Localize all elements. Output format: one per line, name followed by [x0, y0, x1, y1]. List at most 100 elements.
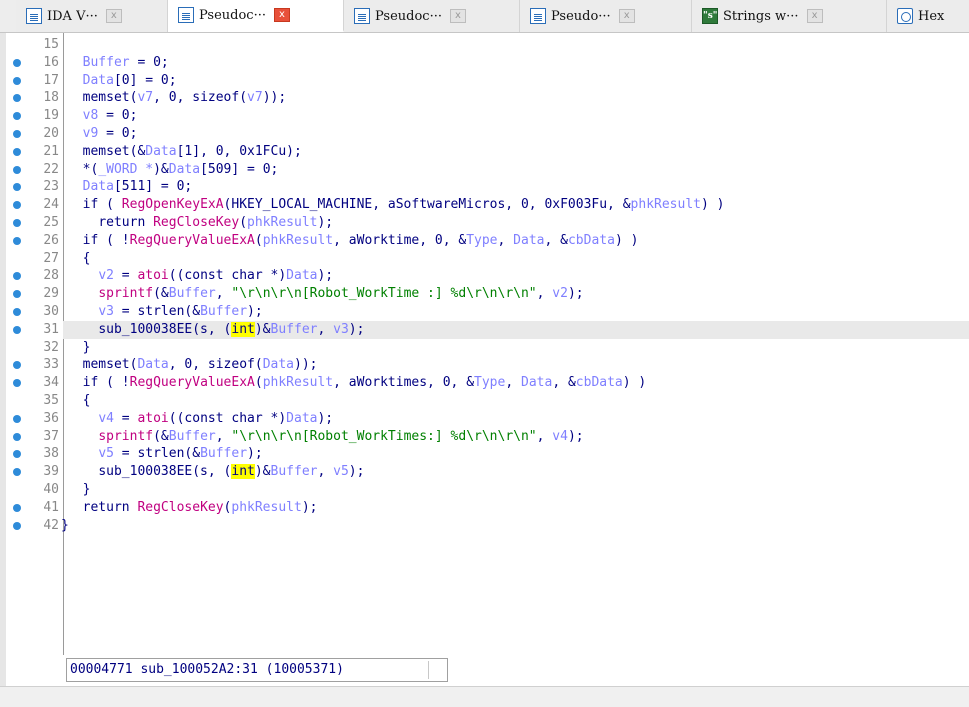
gutter-line[interactable]: 24	[6, 196, 63, 214]
code-line[interactable]: {	[63, 392, 969, 410]
gutter-line[interactable]: 38	[6, 445, 63, 463]
tab-pseudocode-active[interactable]: Pseudoc··· x	[168, 0, 344, 32]
gutter-line[interactable]: 16	[6, 54, 63, 72]
breakpoint-dot-icon[interactable]	[13, 94, 21, 103]
breakpoint-dot-icon[interactable]	[13, 379, 21, 388]
tab-close-icon[interactable]: x	[105, 9, 122, 23]
tab-strings-window[interactable]: "s" Strings w··· x	[692, 0, 887, 32]
code-line[interactable]: Data[511] = 0;	[63, 178, 969, 196]
code-line[interactable]: sub_100038EE(s, (int)&Buffer, v5);	[63, 463, 969, 481]
highlighted-token: int	[231, 464, 255, 480]
code-line[interactable]: if ( !RegQueryValueExA(phkResult, aWorkt…	[63, 232, 969, 250]
breakpoint-dot-icon[interactable]	[13, 521, 21, 530]
code-line[interactable]: v4 = atoi((const char *)Data);	[63, 410, 969, 428]
code-line[interactable]: }	[57, 517, 963, 535]
gutter-line[interactable]: 27	[6, 250, 63, 268]
code-line[interactable]: v9 = 0;	[63, 125, 969, 143]
code-line[interactable]: memset(v7, 0, sizeof(v7));	[63, 89, 969, 107]
breakpoint-dot-icon[interactable]	[13, 450, 21, 459]
gutter-line[interactable]: 26	[6, 232, 63, 250]
code-line[interactable]	[63, 36, 969, 54]
code-line[interactable]: if ( !RegQueryValueExA(phkResult, aWorkt…	[63, 374, 969, 392]
code-line[interactable]: memset(&Data[1], 0, 0x1FCu);	[63, 143, 969, 161]
tab-close-icon[interactable]: x	[449, 9, 466, 23]
breakpoint-dot-icon[interactable]	[13, 147, 21, 156]
code-line[interactable]: sprintf(&Buffer, "\r\n\r\n[Robot_WorkTim…	[63, 428, 969, 446]
code-token: (&	[153, 428, 169, 444]
breakpoint-dot-icon[interactable]	[13, 112, 21, 121]
breakpoint-dot-icon[interactable]	[13, 308, 21, 316]
breakpoint-dot-icon[interactable]	[13, 219, 21, 227]
gutter-line[interactable]: 30	[6, 303, 63, 321]
tab-close-icon[interactable]: x	[806, 9, 823, 23]
breakpoint-dot-icon[interactable]	[13, 432, 21, 441]
breakpoint-dot-icon[interactable]	[13, 503, 21, 512]
gutter-line[interactable]: 37	[6, 428, 63, 446]
breakpoint-dot-icon[interactable]	[13, 130, 21, 138]
code-line[interactable]: sprintf(&Buffer, "\r\n\r\n[Robot_WorkTim…	[63, 285, 969, 303]
gutter-line[interactable]: 40	[6, 481, 63, 499]
tab-ida-view[interactable]: IDA V··· x	[16, 0, 168, 32]
breakpoint-dot-icon[interactable]	[13, 165, 21, 174]
code-line[interactable]: Data[0] = 0;	[63, 72, 969, 90]
breakpoint-dot-icon[interactable]	[13, 76, 21, 85]
breakpoint-dot-icon[interactable]	[13, 290, 21, 299]
pseudocode-view[interactable]: 15 16 17 18 19 20 21 22 23 24 25 26 27 28 29 30 31 32 33 34…	[0, 33, 969, 686]
breakpoint-dot-icon[interactable]	[13, 58, 21, 67]
gutter-line[interactable]: 34	[6, 374, 63, 392]
gutter-line[interactable]: 35	[6, 392, 63, 410]
gutter-line[interactable]: 23	[6, 178, 63, 196]
breakpoint-dot-icon[interactable]	[13, 183, 21, 192]
line-number: 23	[43, 179, 59, 195]
code-line[interactable]: v3 = strlen(&Buffer);	[63, 303, 969, 321]
code-token: _WORD *	[98, 161, 154, 177]
code-line[interactable]: }	[63, 339, 969, 357]
gutter-line[interactable]: 15	[6, 36, 63, 54]
gutter-line[interactable]: 25	[6, 214, 63, 232]
pseudocode-icon	[178, 7, 194, 23]
code-line[interactable]: {	[63, 250, 969, 268]
code-line[interactable]: v2 = atoi((const char *)Data);	[63, 267, 969, 285]
gutter-line[interactable]: 36	[6, 410, 63, 428]
gutter-line[interactable]: 31	[6, 321, 63, 339]
gutter-line[interactable]: 22	[6, 161, 63, 179]
code-line[interactable]: *(_WORD *)&Data[509] = 0;	[63, 161, 969, 179]
gutter-line[interactable]: 29	[6, 285, 63, 303]
code-area[interactable]: Buffer = 0; Data[0] = 0; memset(v7, 0, s…	[61, 33, 969, 655]
tab-label: IDA V···	[47, 8, 98, 24]
code-line[interactable]: }	[63, 481, 969, 499]
gutter-line[interactable]: 42	[6, 517, 63, 535]
code-line[interactable]: memset(Data, 0, sizeof(Data));	[63, 356, 969, 374]
code-line[interactable]: sub_100038EE(s, (int)&Buffer, v3);	[63, 320, 969, 339]
tab-pseudocode-3[interactable]: Pseudo··· x	[520, 0, 692, 32]
code-line[interactable]: v8 = 0;	[63, 107, 969, 125]
code-line[interactable]: v5 = strlen(&Buffer);	[63, 445, 969, 463]
tab-pseudocode-2[interactable]: Pseudoc··· x	[344, 0, 520, 32]
breakpoint-dot-icon[interactable]	[13, 236, 21, 245]
code-line[interactable]: if ( RegOpenKeyExA(HKEY_LOCAL_MACHINE, a…	[63, 196, 969, 214]
breakpoint-dot-icon[interactable]	[13, 361, 21, 370]
gutter-line[interactable]: 17	[6, 72, 63, 90]
breakpoint-dot-icon[interactable]	[13, 201, 21, 210]
gutter-line[interactable]: 28	[6, 267, 63, 285]
code-line[interactable]: return RegCloseKey(phkResult);	[63, 499, 969, 517]
breakpoint-dot-icon[interactable]	[13, 468, 21, 477]
breakpoint-dot-icon[interactable]	[13, 325, 21, 334]
gutter-line[interactable]: 32	[6, 339, 63, 357]
tab-close-icon[interactable]: x	[273, 8, 290, 22]
tab-close-icon[interactable]: x	[618, 9, 635, 23]
gutter-line[interactable]: 20	[6, 125, 63, 143]
breakpoint-dot-icon[interactable]	[13, 272, 21, 281]
breakpoint-dot-icon[interactable]	[13, 414, 21, 423]
code-token: = 0;	[129, 54, 169, 70]
gutter-line[interactable]: 33	[6, 356, 63, 374]
code-line[interactable]: Buffer = 0;	[63, 54, 969, 72]
gutter-line[interactable]: 41	[6, 499, 63, 517]
gutter-line[interactable]: 39	[6, 463, 63, 481]
gutter-line[interactable]: 19	[6, 107, 63, 125]
tab-hex-view[interactable]: Hex	[887, 0, 969, 32]
gutter-line[interactable]: 21	[6, 143, 63, 161]
code-line[interactable]: return RegCloseKey(phkResult);	[63, 214, 969, 232]
gutter-line[interactable]: 18	[6, 89, 63, 107]
